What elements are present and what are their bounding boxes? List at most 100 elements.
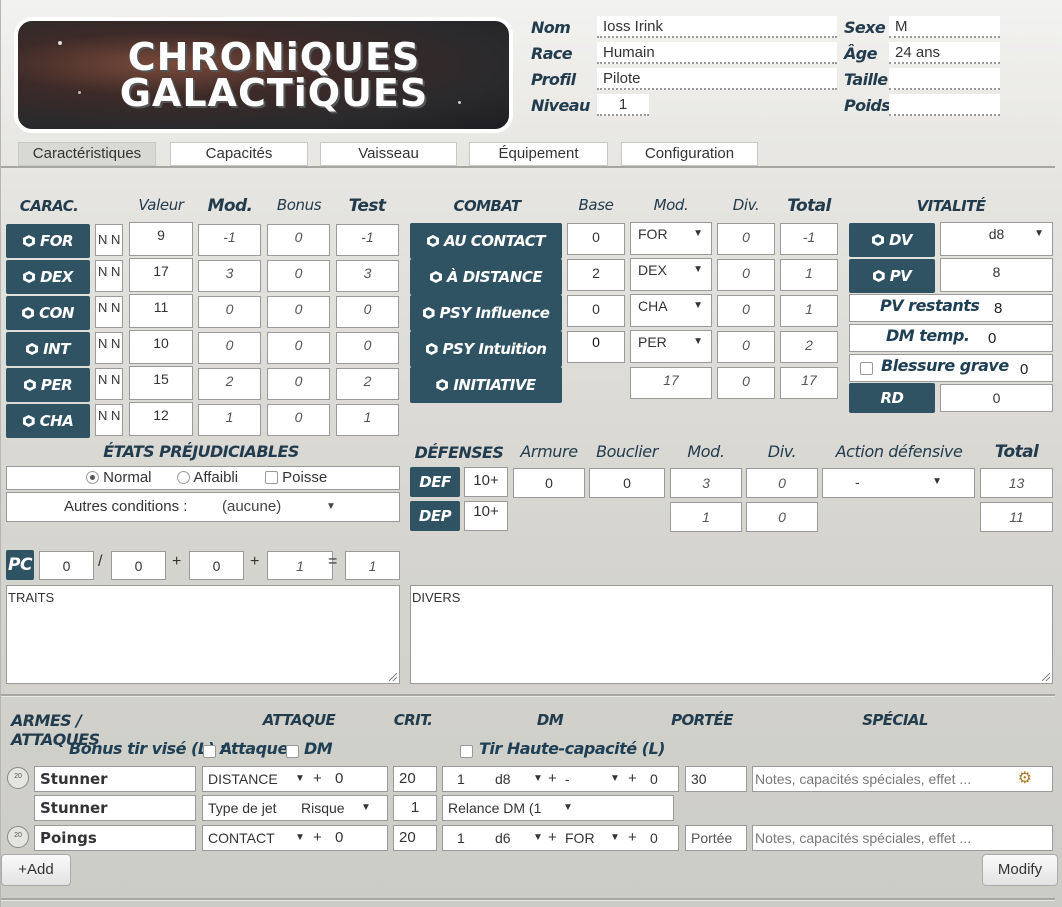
con-bonus[interactable]: 0: [267, 296, 330, 328]
pc-bonus[interactable]: 0: [189, 551, 244, 580]
weapon-portee[interactable]: Portée: [685, 825, 747, 851]
dex-valeur[interactable]: 17: [129, 258, 193, 292]
normal-option[interactable]: Normal: [86, 467, 152, 489]
cha-valeur[interactable]: 12: [129, 402, 193, 436]
dm-bonus[interactable]: 0: [650, 826, 658, 850]
weapon-crit[interactable]: 20: [393, 766, 437, 792]
add-button[interactable]: +Add: [1, 854, 71, 886]
weapon-portee[interactable]: 30: [685, 766, 747, 792]
pc-max[interactable]: 0: [111, 551, 166, 580]
contact-mod-select[interactable]: FOR ▼: [630, 222, 712, 255]
pv-field[interactable]: 8: [940, 258, 1053, 292]
int-bonus[interactable]: 0: [267, 332, 330, 364]
roll-psy-intuition-button[interactable]: PSY Intuition: [410, 331, 562, 367]
tab-capacites[interactable]: Capacités: [170, 142, 308, 166]
roll-a-distance-button[interactable]: À DISTANCE: [410, 259, 562, 295]
gear-icon[interactable]: ⚙: [1018, 767, 1032, 791]
for-nm[interactable]: N N: [95, 224, 123, 256]
dm-die-select[interactable]: d8: [495, 767, 511, 791]
con-valeur[interactable]: 11: [129, 294, 193, 328]
attack-bonus[interactable]: 0: [335, 767, 343, 791]
profil-field[interactable]: Pilote: [597, 68, 837, 90]
autres-select[interactable]: (aucune) ▼: [222, 493, 342, 521]
divers-textarea[interactable]: DIVERS: [410, 585, 1053, 684]
attack-type-select[interactable]: CONTACT: [208, 830, 275, 846]
dm-die-select[interactable]: d6: [495, 826, 511, 850]
weapon-notes[interactable]: Notes, capacités spéciales, effet ... ⚙: [752, 766, 1053, 792]
tab-configuration[interactable]: Configuration: [621, 142, 758, 166]
action-defensive-select[interactable]: - ▼: [822, 468, 975, 498]
int-valeur[interactable]: 10: [129, 330, 193, 364]
roll-dex-button[interactable]: DEX: [6, 260, 90, 294]
roll-con-button[interactable]: CON: [6, 296, 90, 330]
dex-bonus[interactable]: 0: [267, 260, 330, 292]
race-field[interactable]: Humain: [597, 42, 837, 64]
weapon-crit[interactable]: 20: [393, 825, 437, 851]
contact-base[interactable]: 0: [567, 223, 625, 255]
psy-influence-mod-select[interactable]: CHA ▼: [630, 294, 712, 327]
dm-mod-select[interactable]: FOR: [565, 826, 595, 850]
per-nm[interactable]: N N: [95, 368, 123, 400]
rd-field[interactable]: 0: [940, 384, 1053, 412]
roll-psy-influence-button[interactable]: PSY Influence: [410, 295, 562, 331]
age-field[interactable]: 24 ans: [889, 42, 1000, 64]
type-de-jet-select[interactable]: Risque: [301, 796, 345, 820]
psy-intuition-base[interactable]: 0: [567, 331, 625, 363]
initiative-div[interactable]: 0: [717, 367, 775, 399]
dex-nm[interactable]: N N: [95, 260, 123, 292]
d20-icon[interactable]: [7, 767, 29, 789]
roll-int-button[interactable]: INT: [6, 332, 90, 366]
traits-textarea[interactable]: TRAITS: [6, 585, 400, 684]
weapon-name[interactable]: Stunner: [34, 766, 196, 792]
per-bonus[interactable]: 0: [267, 368, 330, 400]
modify-button[interactable]: Modify: [982, 854, 1058, 886]
attack-type-select[interactable]: DISTANCE: [208, 771, 278, 787]
psy-influence-base[interactable]: 0: [567, 295, 625, 327]
int-nm[interactable]: N N: [95, 332, 123, 364]
pc-current[interactable]: 0: [39, 551, 94, 580]
nom-field[interactable]: Ioss Irink: [597, 16, 837, 38]
roll-dv-button[interactable]: DV: [849, 223, 935, 257]
for-valeur[interactable]: 9: [129, 222, 193, 256]
tab-equipement[interactable]: Équipement: [469, 142, 608, 166]
roll-for-button[interactable]: FOR: [6, 224, 90, 258]
pv-restants-value[interactable]: 8: [994, 300, 1002, 317]
def-div[interactable]: 0: [746, 468, 818, 498]
per-valeur[interactable]: 15: [129, 366, 193, 400]
roll-pv-button[interactable]: PV: [849, 259, 935, 293]
cha-bonus[interactable]: 0: [267, 404, 330, 436]
d20-icon[interactable]: [7, 826, 29, 848]
blessure-value[interactable]: 0: [1020, 361, 1028, 378]
weapon-name[interactable]: Poings: [34, 825, 196, 851]
tab-vaisseau[interactable]: Vaisseau: [320, 142, 457, 166]
dm-checkbox[interactable]: [286, 745, 299, 758]
tab-caracteristiques[interactable]: Caractéristiques: [18, 142, 156, 166]
blessure-checkbox[interactable]: [860, 362, 873, 375]
distance-base[interactable]: 2: [567, 259, 625, 291]
con-nm[interactable]: N N: [95, 296, 123, 328]
dv-select[interactable]: d8 ▼: [940, 222, 1053, 256]
relance-dm-select[interactable]: Relance DM (1 ▼: [442, 795, 674, 821]
weapon-notes[interactable]: Notes, capacités spéciales, effet ...: [752, 825, 1053, 851]
contact-div[interactable]: 0: [717, 223, 775, 255]
tir-hc-checkbox[interactable]: [460, 745, 473, 758]
type-de-jet-value[interactable]: 1: [393, 795, 437, 821]
sexe-field[interactable]: M: [889, 16, 1000, 38]
dm-temp-value[interactable]: 0: [988, 330, 996, 347]
poids-field[interactable]: [889, 94, 1000, 116]
distance-mod-select[interactable]: DEX ▼: [630, 258, 712, 291]
attaque-checkbox[interactable]: [203, 745, 216, 758]
def-armure[interactable]: 0: [513, 468, 585, 498]
psy-intuition-mod-select[interactable]: PER ▼: [630, 330, 712, 363]
dm-mod-select[interactable]: -: [565, 767, 570, 791]
psy-intuition-div[interactable]: 0: [717, 331, 775, 363]
attack-bonus[interactable]: 0: [335, 826, 343, 850]
def-bouclier[interactable]: 0: [589, 468, 665, 498]
dm-bonus[interactable]: 0: [650, 767, 658, 791]
roll-per-button[interactable]: PER: [6, 368, 90, 402]
cha-nm[interactable]: N N: [95, 404, 123, 436]
affaibli-option[interactable]: Affaibli: [177, 467, 238, 489]
roll-au-contact-button[interactable]: AU CONTACT: [410, 223, 562, 259]
distance-div[interactable]: 0: [717, 259, 775, 291]
dep-div[interactable]: 0: [746, 502, 818, 532]
